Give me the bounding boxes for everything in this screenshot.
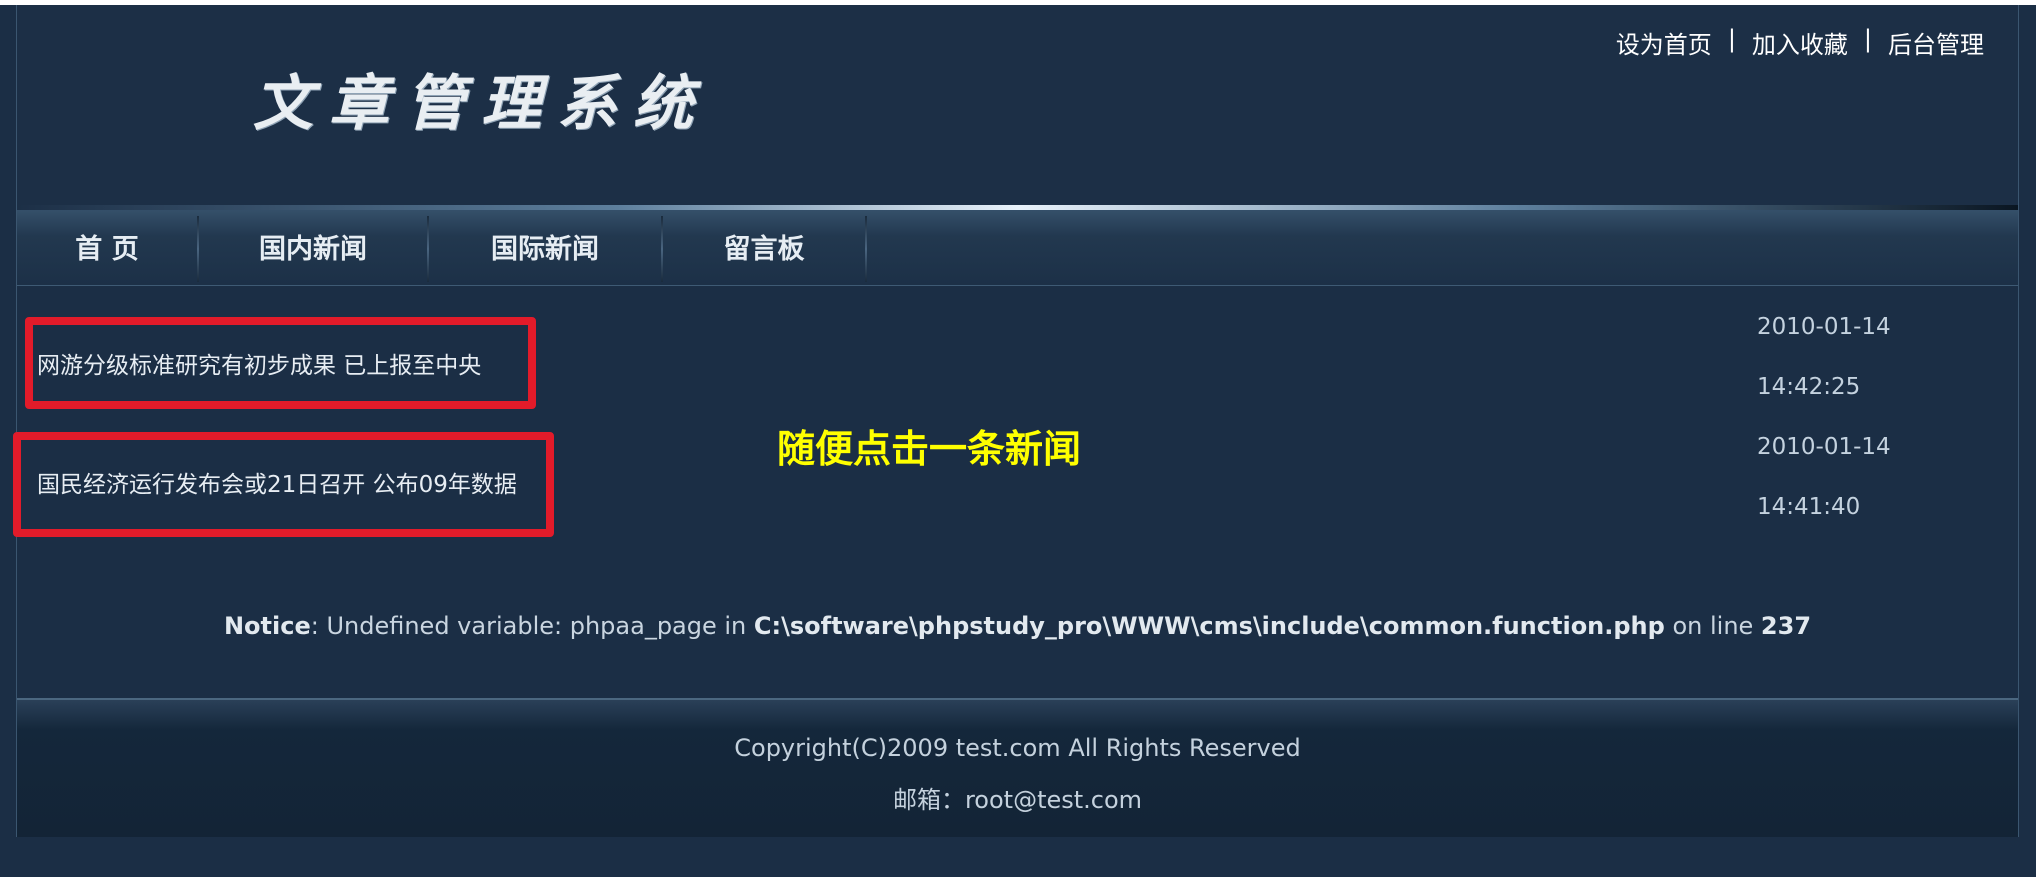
notice-message-mid: on line — [1664, 612, 1761, 640]
nav-item-international-news[interactable]: 国际新闻 — [429, 210, 661, 285]
footer: Copyright(C)2009 test.com All Rights Res… — [17, 700, 2018, 837]
site-logo: 文章管理系统 — [253, 69, 709, 139]
news-time: 14:42:25 — [1757, 374, 1861, 400]
notice-file-path: C:\software\phpstudy_pro\WWW\cms\include… — [753, 612, 1665, 640]
header: 文章管理系统 设为首页 | 加入收藏 | 后台管理 — [17, 5, 2018, 207]
notice-line-number: 237 — [1760, 612, 1812, 640]
set-homepage-link[interactable]: 设为首页 — [1616, 25, 1712, 60]
php-notice: Notice: Undefined variable: phpaa_page i… — [17, 612, 2018, 640]
admin-link[interactable]: 后台管理 — [1888, 25, 1984, 60]
footer-copyright: Copyright(C)2009 test.com All Rights Res… — [734, 734, 1301, 762]
link-separator: | — [1727, 25, 1736, 53]
nav-item-domestic-news[interactable]: 国内新闻 — [199, 210, 427, 285]
link-separator: | — [1863, 25, 1872, 53]
notice-message: : Undefined variable: phpaa_page in — [310, 612, 754, 640]
notice-label: Notice — [223, 612, 311, 640]
add-favorite-link[interactable]: 加入收藏 — [1752, 25, 1848, 60]
news-title[interactable]: 国民经济运行发布会或21日召开 公布09年数据 — [37, 465, 517, 499]
nav-item-guestbook[interactable]: 留言板 — [663, 210, 865, 285]
news-date: 2010-01-14 — [1757, 314, 1891, 340]
news-time: 14:41:40 — [1757, 494, 1861, 520]
page-bottom-background — [0, 837, 2036, 877]
nav-divider — [865, 216, 867, 282]
footer-email: 邮箱：root@test.com — [892, 786, 1143, 814]
nav-item-home[interactable]: 首 页 — [17, 210, 197, 285]
news-date: 2010-01-14 — [1757, 434, 1891, 460]
annotation-hint: 随便点击一条新闻 — [777, 427, 1082, 471]
main-nav: 首 页 国内新闻 国际新闻 留言板 — [17, 210, 2018, 286]
page-container: 文章管理系统 设为首页 | 加入收藏 | 后台管理 首 页 国内新闻 国际新闻 … — [13, 5, 2019, 837]
top-links: 设为首页 | 加入收藏 | 后台管理 — [1616, 25, 1984, 60]
news-title[interactable]: 网游分级标准研究有初步成果 已上报至中央 — [37, 346, 481, 380]
